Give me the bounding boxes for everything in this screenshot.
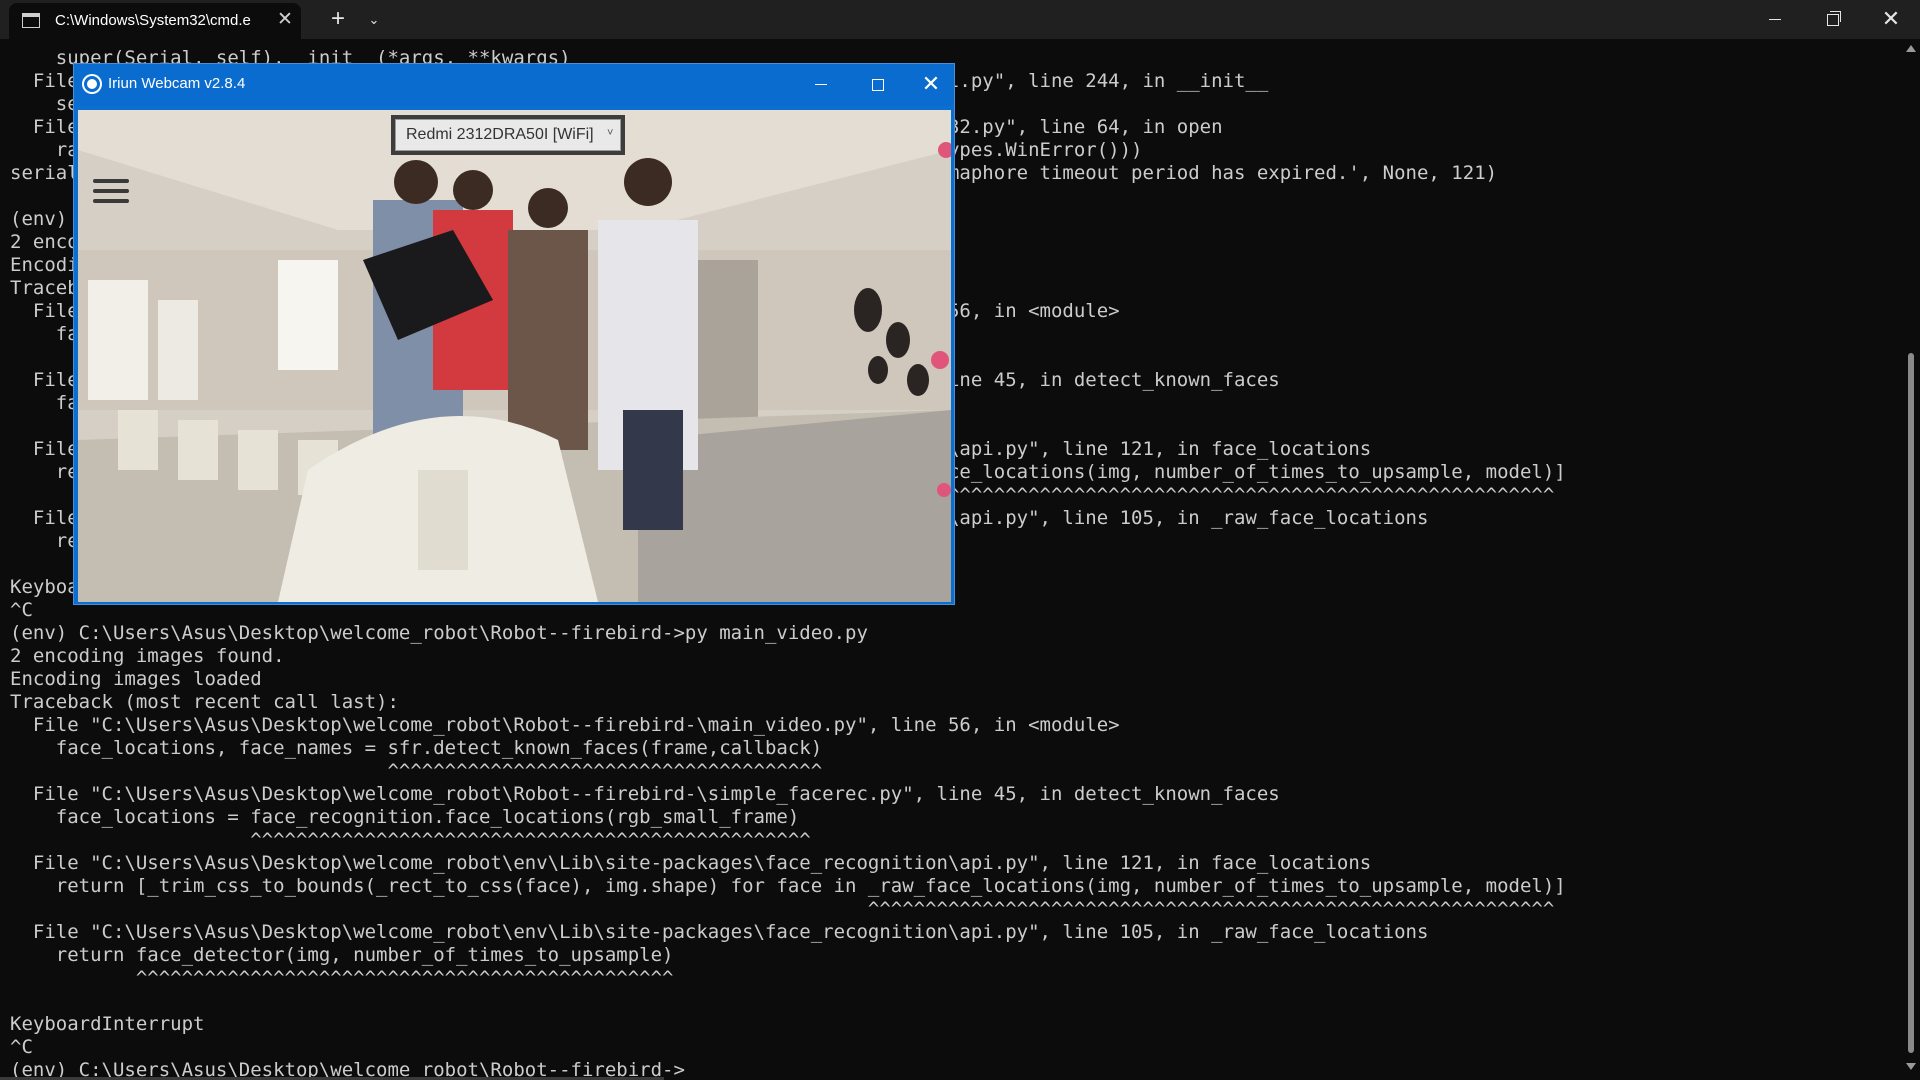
minimize-button[interactable] bbox=[1746, 0, 1804, 39]
chevron-down-icon[interactable]: ˅ bbox=[607, 127, 613, 139]
console-line: File "C:\Users\Asus\Desktop\welcome_robo… bbox=[10, 783, 1280, 805]
console-line: File "C:\Users\Asus\Desktop\welcome_robo… bbox=[10, 714, 1120, 736]
console-line: ^C bbox=[10, 1036, 33, 1058]
iriun-webcam-window: Iriun Webcam v2.8.4 ✕ Redmi 2312DRA50I [… bbox=[73, 63, 955, 605]
tab-title: C:\Windows\System32\cmd.e bbox=[55, 12, 251, 29]
console-line: 2 encoding images found. bbox=[10, 645, 285, 667]
iriun-window-title: Iriun Webcam v2.8.4 bbox=[108, 75, 246, 92]
close-button[interactable]: ✕ bbox=[1862, 0, 1920, 39]
console-line: return [_trim_css_to_bounds(_rect_to_css… bbox=[10, 875, 1566, 897]
console-line: face_locations, face_names = sfr.detect_… bbox=[10, 737, 823, 759]
console-line: (env) C:\Users\Asus\Desktop\welcome_robo… bbox=[10, 622, 868, 644]
device-selector-box[interactable]: Redmi 2312DRA50I [WiFi] ˅ bbox=[395, 119, 621, 151]
console-line: return face_detector(img, number_of_time… bbox=[10, 944, 674, 966]
console-line: File "C:\Users\Asus\Desktop\welcome_robo… bbox=[10, 852, 1372, 874]
scroll-down-icon[interactable] bbox=[1906, 1063, 1916, 1070]
console-line: ^^^^^^^^^^^^^^^^^^^^^^^^^^^^^^^^^^^^^^ bbox=[10, 760, 823, 782]
tab-close-icon[interactable]: ✕ bbox=[274, 9, 296, 31]
iriun-minimize-button[interactable] bbox=[791, 64, 849, 106]
hamburger-menu-icon[interactable] bbox=[93, 179, 129, 205]
webcam-frame-image bbox=[78, 110, 951, 602]
console-line: Traceback (most recent call last): bbox=[10, 691, 399, 713]
console-line: ^^^^^^^^^^^^^^^^^^^^^^^^^^^^^^^^^^^^^^^^… bbox=[10, 967, 674, 989]
vertical-scrollbar[interactable] bbox=[1902, 39, 1920, 1080]
iriun-logo-icon bbox=[84, 76, 100, 92]
scroll-up-icon[interactable] bbox=[1906, 45, 1916, 52]
console-line: KeyboardInterrupt bbox=[10, 1013, 205, 1035]
console-line: Encoding images loaded bbox=[10, 668, 262, 690]
restore-icon-back bbox=[1830, 11, 1841, 22]
console-line: ^^^^^^^^^^^^^^^^^^^^^^^^^^^^^^^^^^^^^^^^… bbox=[10, 829, 811, 851]
iriun-maximize-button[interactable] bbox=[849, 64, 907, 106]
scrollbar-thumb[interactable] bbox=[1908, 353, 1914, 1053]
cmd-icon bbox=[22, 13, 40, 28]
console-line: ^^^^^^^^^^^^^^^^^^^^^^^^^^^^^^^^^^^^^^^^… bbox=[10, 898, 1555, 920]
tab-dropdown-button[interactable]: ⌄ bbox=[360, 0, 388, 39]
device-selector-label: Redmi 2312DRA50I [WiFi] bbox=[406, 126, 594, 143]
terminal-tab[interactable]: C:\Windows\System32\cmd.e ✕ bbox=[9, 3, 301, 39]
new-tab-button[interactable]: + bbox=[322, 0, 354, 39]
webcam-video-feed: Redmi 2312DRA50I [WiFi] ˅ bbox=[78, 110, 951, 602]
terminal-tab-bar: C:\Windows\System32\cmd.e ✕ + ⌄ ✕ bbox=[0, 0, 1920, 39]
restore-button[interactable] bbox=[1804, 0, 1862, 39]
device-selector[interactable]: Redmi 2312DRA50I [WiFi] ˅ bbox=[391, 115, 625, 155]
console-line: face_locations = face_recognition.face_l… bbox=[10, 806, 800, 828]
iriun-close-button[interactable]: ✕ bbox=[907, 64, 955, 106]
iriun-title-bar[interactable]: Iriun Webcam v2.8.4 ✕ bbox=[74, 64, 954, 106]
console-line: File "C:\Users\Asus\Desktop\welcome_robo… bbox=[10, 921, 1429, 943]
